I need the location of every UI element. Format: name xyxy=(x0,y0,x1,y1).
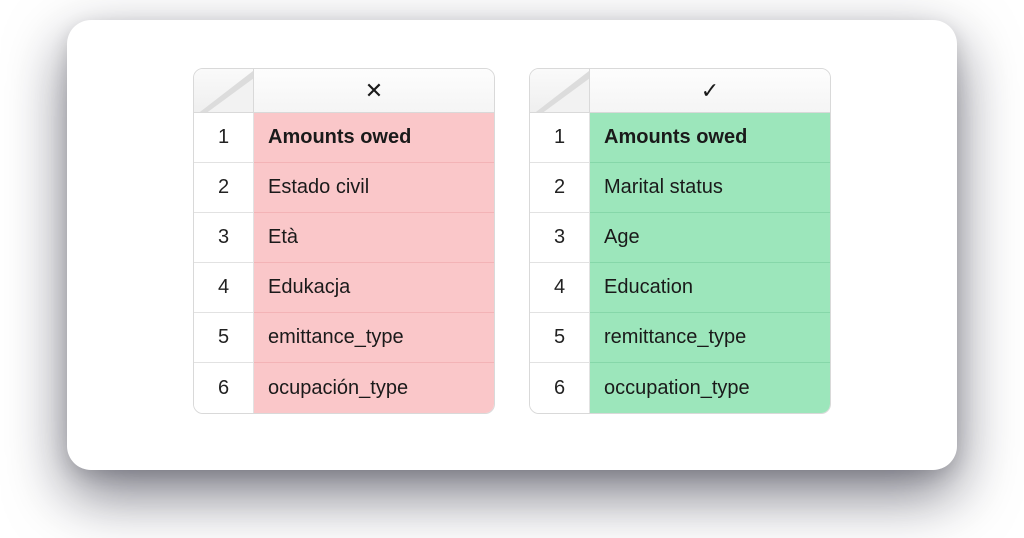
table-row: 6 occupation_type xyxy=(530,363,830,413)
good-table: ✓ 1 Amounts owed 2 Marital status 3 Age … xyxy=(529,68,831,414)
table-row: 4 Education xyxy=(530,263,830,313)
row-number: 6 xyxy=(530,363,590,413)
row-number: 1 xyxy=(194,113,254,163)
row-value: occupation_type xyxy=(590,363,830,413)
table-corner xyxy=(530,69,590,112)
row-value: remittance_type xyxy=(590,313,830,363)
cross-icon: ✕ xyxy=(254,69,494,112)
row-number: 3 xyxy=(194,213,254,263)
table-row: 5 remittance_type xyxy=(530,313,830,363)
bad-table: ✕ 1 Amounts owed 2 Estado civil 3 Età 4 … xyxy=(193,68,495,414)
table-row: 2 Estado civil xyxy=(194,163,494,213)
row-number: 2 xyxy=(194,163,254,213)
row-number: 2 xyxy=(530,163,590,213)
row-value: Età xyxy=(254,213,494,263)
table-row: 4 Edukacja xyxy=(194,263,494,313)
row-number: 6 xyxy=(194,363,254,413)
row-number: 4 xyxy=(194,263,254,313)
table-corner xyxy=(194,69,254,112)
row-value: emittance_type xyxy=(254,313,494,363)
table-row: 1 Amounts owed xyxy=(530,113,830,163)
bad-table-header: ✕ xyxy=(194,69,494,113)
row-number: 4 xyxy=(530,263,590,313)
table-row: 6 ocupación_type xyxy=(194,363,494,413)
card: ✕ 1 Amounts owed 2 Estado civil 3 Età 4 … xyxy=(67,20,957,470)
table-row: 3 Age xyxy=(530,213,830,263)
row-number: 3 xyxy=(530,213,590,263)
table-row: 5 emittance_type xyxy=(194,313,494,363)
row-value: Estado civil xyxy=(254,163,494,213)
row-value: Age xyxy=(590,213,830,263)
table-row: 3 Età xyxy=(194,213,494,263)
row-value: Amounts owed xyxy=(590,113,830,163)
table-row: 2 Marital status xyxy=(530,163,830,213)
row-number: 5 xyxy=(194,313,254,363)
row-value: Education xyxy=(590,263,830,313)
row-number: 1 xyxy=(530,113,590,163)
table-row: 1 Amounts owed xyxy=(194,113,494,163)
row-value: ocupación_type xyxy=(254,363,494,413)
stage: ✕ 1 Amounts owed 2 Estado civil 3 Età 4 … xyxy=(0,0,1024,538)
row-number: 5 xyxy=(530,313,590,363)
check-icon: ✓ xyxy=(590,69,830,112)
row-value: Amounts owed xyxy=(254,113,494,163)
row-value: Marital status xyxy=(590,163,830,213)
good-table-header: ✓ xyxy=(530,69,830,113)
row-value: Edukacja xyxy=(254,263,494,313)
